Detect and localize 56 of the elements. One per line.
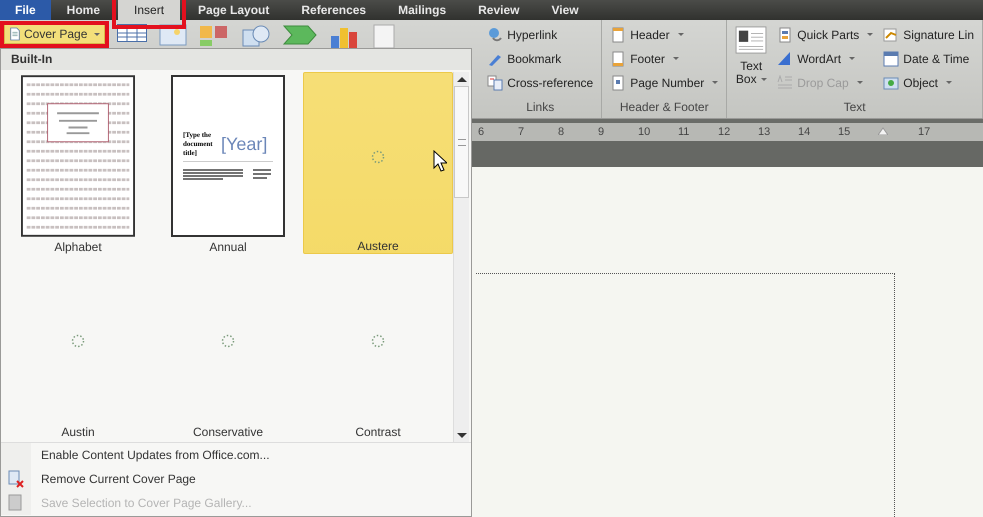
- cross-reference-icon: [487, 74, 504, 90]
- cover-page-option[interactable]: Austere: [303, 72, 453, 254]
- ribbon-button[interactable]: Signature Lin: [881, 24, 976, 45]
- remove-page-icon: [7, 470, 25, 488]
- group-label: Text: [842, 99, 867, 116]
- scrollbar[interactable]: [453, 72, 469, 442]
- ribbon-tab[interactable]: File: [0, 0, 51, 20]
- ribbon-tab[interactable]: Mailings: [382, 0, 462, 20]
- calendar-icon: [883, 50, 900, 66]
- loading-spinner-icon: [371, 334, 385, 348]
- text-box-button[interactable]: Text Box: [733, 24, 770, 98]
- loading-spinner-icon: [71, 334, 85, 348]
- ribbon-tab[interactable]: Page Layout: [182, 0, 286, 20]
- arrow-shape-icon[interactable]: [283, 24, 318, 46]
- drop-cap-icon: [777, 74, 794, 90]
- pictures-icon[interactable]: [199, 24, 230, 46]
- signature-icon: [883, 26, 900, 42]
- page-icon: [9, 27, 21, 41]
- ribbon-tab[interactable]: Home: [50, 0, 116, 20]
- text-box-icon: [735, 26, 768, 54]
- ribbon-button[interactable]: Object: [881, 72, 976, 93]
- globe-icon: [487, 26, 504, 42]
- cover-page-button[interactable]: Cover Page: [4, 24, 106, 44]
- ribbon-tab[interactable]: Insert: [118, 0, 180, 20]
- group-label: Links: [525, 99, 556, 116]
- loading-spinner-icon: [371, 150, 385, 164]
- ribbon-button[interactable]: Bookmark: [485, 48, 596, 69]
- ribbon-button[interactable]: Hyperlink: [485, 24, 596, 45]
- ribbon-tab[interactable]: View: [535, 0, 595, 20]
- header-icon: [610, 26, 626, 42]
- ribbon-tab[interactable]: Review: [462, 0, 536, 20]
- cover-page-option[interactable]: Contrast: [303, 255, 453, 440]
- menu-item[interactable]: Remove Current Cover Page: [39, 470, 198, 488]
- quick-parts-icon: [777, 26, 794, 42]
- page-icon[interactable]: [373, 24, 396, 48]
- cover-page-option[interactable]: Conservative: [153, 255, 303, 440]
- ribbon-button[interactable]: Quick Parts: [775, 24, 876, 45]
- footer-icon: [610, 50, 626, 66]
- menu-item[interactable]: Enable Content Updates from Office.com...: [39, 446, 272, 464]
- loading-spinner-icon: [221, 334, 235, 348]
- page-number-icon: [610, 74, 626, 90]
- object-icon: [883, 74, 900, 90]
- ribbon-button[interactable]: Header: [608, 24, 720, 45]
- ribbon-button[interactable]: Cross-reference: [485, 72, 596, 93]
- indent-marker-icon[interactable]: [878, 127, 888, 135]
- group-label: Header & Footer: [618, 99, 710, 116]
- ribbon-button[interactable]: Footer: [608, 48, 720, 69]
- ribbon-button[interactable]: Page Number: [608, 72, 720, 93]
- mouse-cursor-icon: [433, 150, 447, 172]
- ribbon-button[interactable]: Date & Time: [881, 48, 976, 69]
- shapes-icon[interactable]: [241, 24, 272, 48]
- text-lines-icon: [183, 168, 273, 182]
- ribbon-button[interactable]: WordArt: [775, 48, 876, 69]
- cover-page-option[interactable]: Austin: [3, 255, 153, 440]
- gallery-heading: Built-In: [1, 49, 471, 70]
- ribbon-tab[interactable]: References: [285, 0, 382, 20]
